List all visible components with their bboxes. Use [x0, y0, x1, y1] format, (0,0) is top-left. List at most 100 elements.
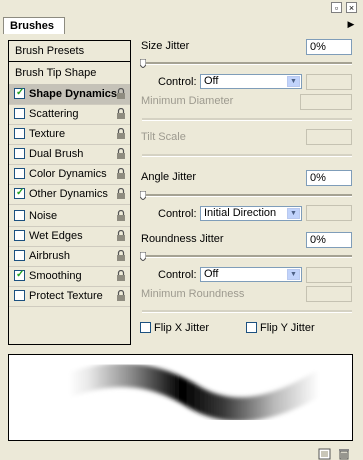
brush-setting-label: Texture — [29, 128, 66, 140]
brush-setting-noise[interactable]: Noise — [9, 206, 130, 226]
brush-settings-list: Brush Presets Brush Tip Shape ✓ Shape Dyn… — [8, 40, 131, 345]
checkbox[interactable] — [14, 250, 25, 261]
size-control-fade-steps — [306, 74, 352, 90]
lock-icon[interactable] — [116, 108, 126, 120]
angle-control-fade-steps — [306, 205, 352, 221]
lock-icon[interactable] — [116, 250, 126, 262]
brush-setting-smoothing[interactable]: ✓ Smoothing — [9, 266, 130, 286]
tab-brushes-label: Brushes — [10, 20, 55, 32]
angle-control-value: Initial Direction — [204, 207, 277, 219]
brush-setting-label: Airbrush — [29, 250, 70, 262]
brushes-panel: Brush Presets Brush Tip Shape ✓ Shape Dyn… — [0, 34, 363, 460]
min-diameter-label: Minimum Diameter — [141, 95, 234, 107]
brush-presets-label: Brush Presets — [15, 45, 85, 57]
checkbox[interactable] — [14, 128, 25, 139]
roundness-control-value: Off — [204, 268, 219, 280]
minimize-button[interactable]: ▫ — [331, 2, 342, 13]
min-roundness-input — [306, 286, 352, 302]
brush-setting-dual-brush[interactable]: Dual Brush — [9, 144, 130, 164]
brush-setting-label: Other Dynamics — [29, 188, 108, 200]
shape-dynamics-options: Size Jitter 0% Control: Off ▼ Minimum Di… — [140, 34, 358, 344]
lock-icon[interactable] — [116, 290, 126, 302]
brush-setting-airbrush[interactable]: Airbrush — [9, 246, 130, 266]
size-control-value: Off — [204, 75, 219, 87]
lock-icon[interactable] — [116, 128, 126, 140]
tilt-scale-slider-track — [142, 154, 352, 157]
brush-stroke-preview — [8, 354, 353, 441]
min-diameter-slider-track — [142, 118, 352, 121]
angle-jitter-slider-thumb[interactable] — [140, 191, 146, 200]
roundness-control-label: Control: — [158, 269, 197, 281]
divider — [9, 204, 130, 205]
brush-setting-label: Shape Dynamics — [29, 88, 118, 100]
checkbox[interactable] — [14, 290, 25, 301]
close-icon: × — [348, 3, 355, 13]
brush-setting-texture[interactable]: Texture — [9, 124, 130, 144]
angle-control-label: Control: — [158, 208, 197, 220]
roundness-control-fade-steps — [306, 267, 352, 283]
angle-control-select[interactable]: Initial Direction ▼ — [200, 206, 302, 221]
flyout-menu-icon: ▶ — [347, 19, 355, 29]
min-diameter-input — [300, 94, 352, 110]
trash-icon[interactable] — [338, 448, 350, 460]
new-preset-icon[interactable] — [318, 448, 332, 460]
checkbox[interactable]: ✓ — [14, 187, 25, 199]
flip-y-checkbox[interactable] — [246, 322, 257, 333]
brush-setting-other-dynamics[interactable]: ✓ Other Dynamics — [9, 184, 130, 204]
roundness-jitter-slider-thumb[interactable] — [140, 252, 146, 261]
brush-setting-label: Protect Texture — [29, 290, 103, 302]
tab-brushes[interactable]: Brushes — [3, 17, 65, 34]
angle-jitter-label: Angle Jitter — [141, 171, 197, 183]
checkbox[interactable] — [14, 210, 25, 221]
close-button[interactable]: × — [346, 2, 357, 13]
flip-x-label: Flip X Jitter — [154, 322, 210, 334]
lock-icon[interactable] — [116, 210, 126, 222]
lock-icon[interactable] — [116, 230, 126, 242]
brush-presets-item[interactable]: Brush Presets — [9, 41, 130, 61]
lock-icon[interactable] — [116, 168, 126, 180]
size-jitter-input[interactable]: 0% — [306, 39, 352, 55]
checkbox[interactable]: ✓ — [14, 269, 25, 281]
roundness-jitter-slider-track[interactable] — [142, 255, 352, 258]
checkbox[interactable] — [14, 168, 25, 179]
checkbox[interactable] — [14, 108, 25, 119]
brush-setting-shape-dynamics[interactable]: ✓ Shape Dynamics — [9, 84, 130, 104]
brush-setting-label: Smoothing — [29, 270, 82, 282]
brush-setting-protect-texture[interactable]: Protect Texture — [9, 286, 130, 306]
brush-setting-color-dynamics[interactable]: Color Dynamics — [9, 164, 130, 184]
size-jitter-slider-thumb[interactable] — [140, 59, 146, 68]
checkmark-icon: ✓ — [16, 87, 25, 98]
angle-jitter-slider-track[interactable] — [142, 194, 352, 197]
divider — [9, 61, 130, 62]
lock-icon[interactable] — [116, 88, 126, 100]
brush-tip-shape-item[interactable]: Brush Tip Shape — [9, 63, 130, 83]
size-control-label: Control: — [158, 76, 197, 88]
checkmark-icon: ✓ — [16, 187, 25, 198]
tilt-scale-input — [306, 129, 352, 145]
lock-icon[interactable] — [116, 270, 126, 282]
brush-setting-scattering[interactable]: Scattering — [9, 104, 130, 124]
checkbox[interactable] — [14, 230, 25, 241]
brush-setting-wet-edges[interactable]: Wet Edges — [9, 226, 130, 246]
brush-setting-label: Noise — [29, 210, 58, 222]
roundness-jitter-input[interactable]: 0% — [306, 232, 352, 248]
roundness-control-select[interactable]: Off ▼ — [200, 267, 302, 282]
roundness-jitter-label: Roundness Jitter — [141, 233, 224, 245]
checkmark-icon: ✓ — [16, 269, 25, 280]
angle-jitter-input[interactable]: 0% — [306, 170, 352, 186]
checkbox[interactable]: ✓ — [14, 87, 25, 99]
size-jitter-slider-track[interactable] — [142, 62, 352, 65]
flip-x-checkbox[interactable] — [140, 322, 151, 333]
size-jitter-label: Size Jitter — [141, 40, 190, 52]
panel-title-bar: ▫ × — [0, 0, 363, 16]
flip-y-label: Flip Y Jitter — [260, 322, 315, 334]
checkbox[interactable] — [14, 148, 25, 159]
chevron-down-icon: ▼ — [287, 269, 300, 280]
lock-icon[interactable] — [116, 188, 126, 200]
brush-setting-label: Dual Brush — [29, 148, 84, 160]
panel-menu-button[interactable]: ▶ — [345, 19, 357, 30]
tilt-scale-label: Tilt Scale — [141, 131, 186, 143]
lock-icon[interactable] — [116, 148, 126, 160]
minimize-icon: ▫ — [334, 3, 339, 13]
size-control-select[interactable]: Off ▼ — [200, 74, 302, 89]
